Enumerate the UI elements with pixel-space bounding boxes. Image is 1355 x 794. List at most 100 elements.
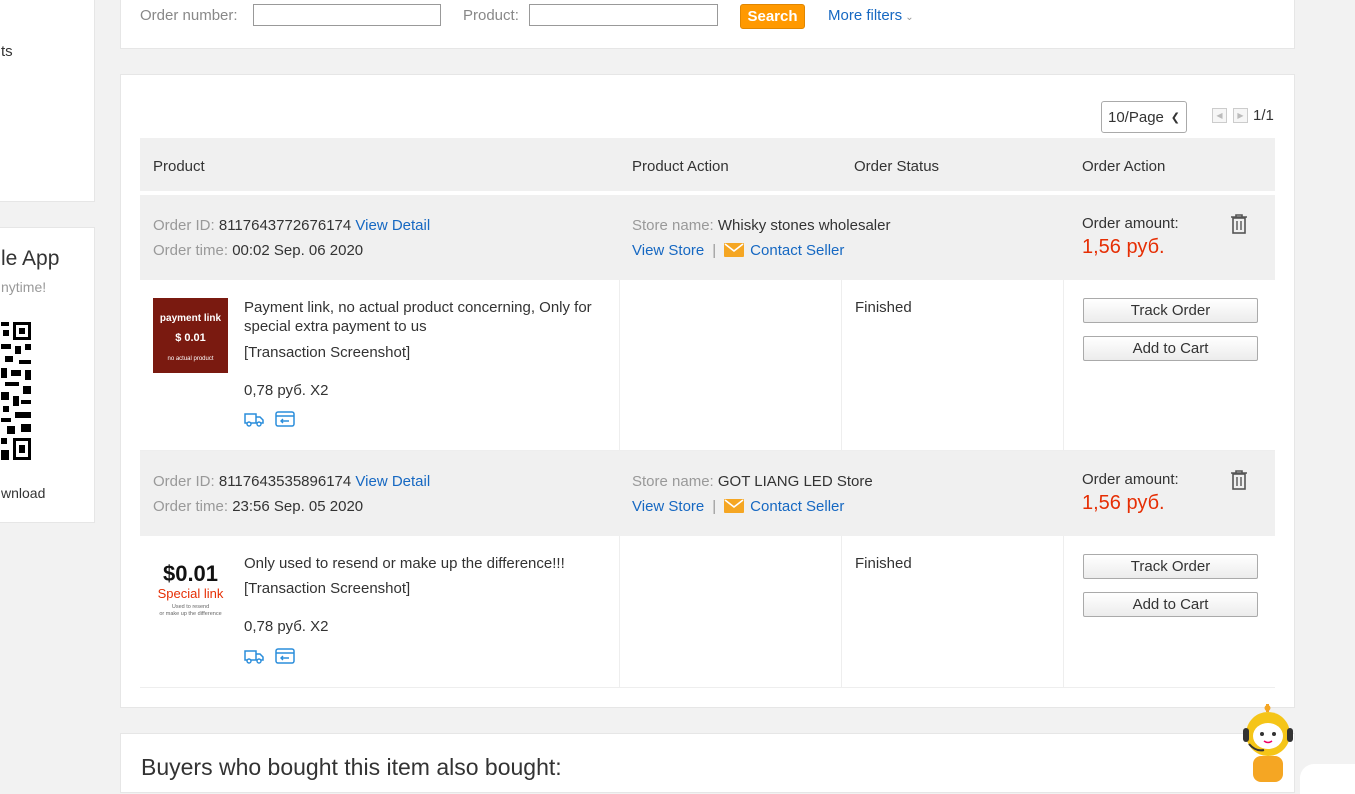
order-amount-label: Order amount: <box>1082 471 1179 488</box>
track-order-button[interactable]: Track Order <box>1083 554 1258 579</box>
more-filters-link[interactable]: More filters ⌄ <box>828 7 914 24</box>
order-id: 8117643535896174 <box>218 473 352 490</box>
order-time: 23:56 Sep. 05 2020 <box>232 498 364 515</box>
order-amount: 1,56 руб. <box>1082 492 1165 514</box>
track-order-button[interactable]: Track Order <box>1083 298 1258 323</box>
product-label: Product: <box>463 7 519 24</box>
order-row: $0.01 Special link Used to resend or mak… <box>140 536 1275 688</box>
qr-code-icon <box>1 320 33 464</box>
store-name-line: Store name: Whisky stones wholesaler <box>632 217 890 234</box>
separator: | <box>712 498 717 515</box>
shipping-icon[interactable] <box>244 648 264 664</box>
page-size-select[interactable]: 10/Page ❮ <box>1101 101 1187 133</box>
product-thumbnail[interactable]: payment link $ 0.01 no actual product <box>153 298 228 373</box>
orders-panel: 10/Page ❮ ◀ ▶ 1/1 Product Product Action… <box>120 74 1295 708</box>
app-title: le App <box>1 247 60 270</box>
page-size-value: 10/Page <box>1108 108 1164 126</box>
chevron-down-icon: ❮ <box>1170 111 1180 124</box>
product-title[interactable]: Only used to resend or make up the diffe… <box>244 554 619 573</box>
contact-seller-link[interactable]: Contact Seller <box>750 242 844 259</box>
column-divider <box>619 280 620 450</box>
header-product: Product <box>153 158 205 175</box>
chevron-down-icon: ⌄ <box>905 12 914 23</box>
contact-seller-link[interactable]: Contact Seller <box>750 498 844 515</box>
order-time-label: Order time: <box>153 242 229 259</box>
separator: | <box>712 242 717 259</box>
transaction-screenshot-link[interactable]: [Transaction Screenshot] <box>244 580 410 597</box>
thumb-line1: payment link <box>160 313 222 324</box>
store-name-label: Store name: <box>632 217 714 234</box>
order-header: Order ID: 8117643772676174 View Detail O… <box>140 195 1275 280</box>
thumb-line2: $ 0.01 <box>175 332 206 344</box>
view-detail-link[interactable]: View Detail <box>355 473 430 490</box>
mobile-app-panel: le App nytime! wnload <box>0 227 95 523</box>
column-divider <box>841 280 842 450</box>
view-store-link[interactable]: View Store <box>632 498 704 515</box>
trash-icon[interactable] <box>1230 213 1248 235</box>
transaction-screenshot-link[interactable]: [Transaction Screenshot] <box>244 344 410 361</box>
order-id-line: Order ID: 8117643772676174 View Detail <box>153 217 430 234</box>
filter-bar: Order number: Product: Search More filte… <box>120 0 1295 49</box>
product-input[interactable] <box>529 4 718 26</box>
product-price-qty: 0,78 руб. X2 <box>244 382 329 399</box>
return-icon[interactable] <box>275 648 295 664</box>
order-status: Finished <box>855 299 912 316</box>
order-amount: 1,56 руб. <box>1082 236 1165 258</box>
mail-icon <box>724 499 745 513</box>
thumb-line3: Used to resend <box>172 604 209 610</box>
mascot-icon[interactable] <box>1240 704 1296 782</box>
add-to-cart-button[interactable]: Add to Cart <box>1083 336 1258 361</box>
view-detail-link[interactable]: View Detail <box>355 217 430 234</box>
product-icons <box>244 411 295 427</box>
column-divider <box>1063 536 1064 687</box>
order-amount-label: Order amount: <box>1082 215 1179 232</box>
order-id-label: Order ID: <box>153 217 215 234</box>
order-number-input[interactable] <box>253 4 441 26</box>
page-count: 1/1 <box>1253 107 1274 124</box>
order-row: payment link $ 0.01 no actual product Pa… <box>140 280 1275 451</box>
header-order-status: Order Status <box>854 158 940 175</box>
store-name-line: Store name: GOT LIANG LED Store <box>632 473 873 490</box>
prev-page-button[interactable]: ◀ <box>1212 108 1227 123</box>
shipping-icon[interactable] <box>244 411 264 427</box>
column-divider <box>619 536 620 687</box>
thumb-line4: or make up the difference <box>159 611 221 617</box>
store-links: View Store | Contact Seller <box>632 498 844 515</box>
order-number-label: Order number: <box>140 7 238 24</box>
header-order-action: Order Action <box>1082 158 1166 175</box>
order-time-line: Order time: 23:56 Sep. 05 2020 <box>153 498 363 515</box>
return-icon[interactable] <box>275 411 295 427</box>
search-button[interactable]: Search <box>740 4 805 29</box>
product-price-qty: 0,78 руб. X2 <box>244 618 329 635</box>
sidebar-fragment-text[interactable]: ts <box>1 43 13 60</box>
thumb-line1: $0.01 <box>163 561 218 586</box>
order-time-line: Order time: 00:02 Sep. 06 2020 <box>153 242 363 259</box>
app-download-link[interactable]: wnload <box>1 485 45 501</box>
column-divider <box>841 536 842 687</box>
app-subtitle: nytime! <box>1 279 47 295</box>
order-id-line: Order ID: 8117643535896174 View Detail <box>153 473 430 490</box>
store-links: View Store | Contact Seller <box>632 242 844 259</box>
recommendations-title: Buyers who bought this item also bought: <box>141 754 562 780</box>
product-icons <box>244 648 295 664</box>
more-filters-label: More filters <box>828 7 903 24</box>
sidebar-panel-top: ts <box>0 0 95 202</box>
chat-widget-edge[interactable] <box>1300 764 1355 794</box>
order-time: 00:02 Sep. 06 2020 <box>232 242 364 259</box>
add-to-cart-button[interactable]: Add to Cart <box>1083 592 1258 617</box>
mail-icon <box>724 243 745 257</box>
store-name: Whisky stones wholesaler <box>717 217 891 234</box>
column-divider <box>1063 280 1064 450</box>
product-thumbnail[interactable]: $0.01 Special link Used to resend or mak… <box>153 554 228 629</box>
thumb-line3: no actual product <box>167 356 213 362</box>
trash-icon[interactable] <box>1230 469 1248 491</box>
thumb-line2: Special link <box>158 586 224 601</box>
product-title[interactable]: Payment link, no actual product concerni… <box>244 298 619 336</box>
order-id-label: Order ID: <box>153 473 215 490</box>
order-status: Finished <box>855 555 912 572</box>
table-header: Product Product Action Order Status Orde… <box>140 138 1275 193</box>
recommendations-panel: Buyers who bought this item also bought: <box>120 733 1295 793</box>
next-page-button[interactable]: ▶ <box>1233 108 1248 123</box>
store-name-label: Store name: <box>632 473 714 490</box>
view-store-link[interactable]: View Store <box>632 242 704 259</box>
